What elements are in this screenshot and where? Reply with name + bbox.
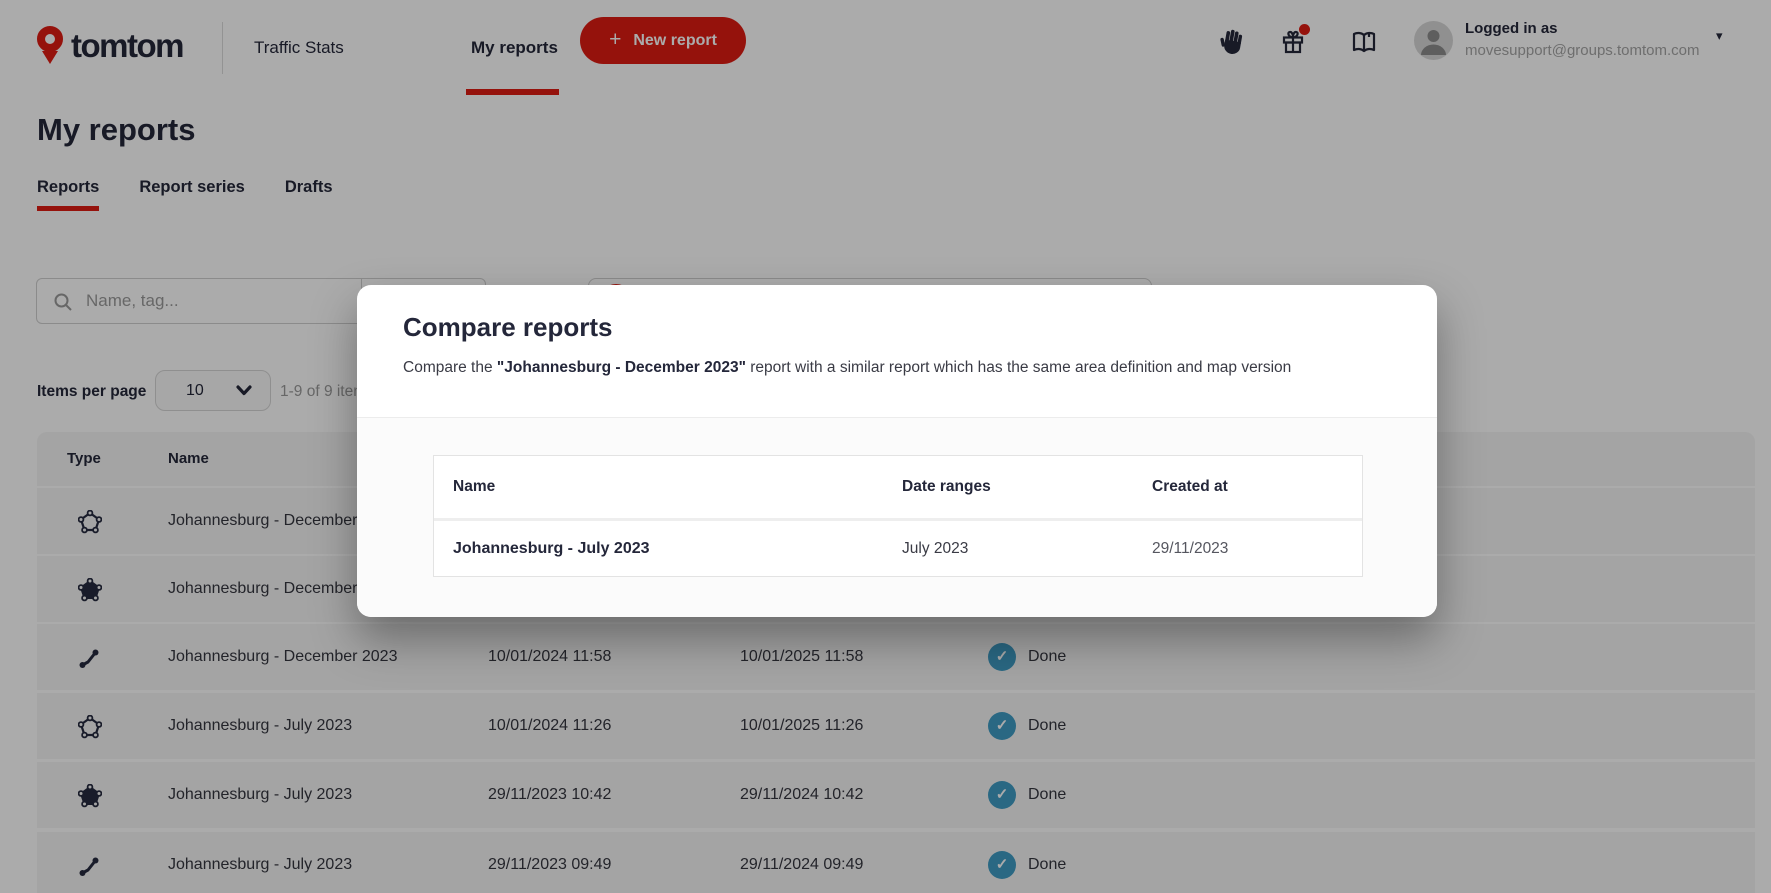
description-suffix: report with a similar report which has t… bbox=[746, 359, 1291, 376]
compare-table: Name Date ranges Created at Johannesburg… bbox=[433, 455, 1363, 577]
modal-description: Compare the "Johannesburg - December 202… bbox=[403, 359, 1291, 377]
compare-report-name: Johannesburg - July 2023 bbox=[453, 521, 650, 576]
compare-report-row[interactable]: Johannesburg - July 2023 July 2023 29/11… bbox=[434, 521, 1362, 576]
compare-column-date-ranges: Date ranges bbox=[902, 456, 991, 518]
traffic-stats-app: tomtom Traffic Stats My reports + New re… bbox=[0, 0, 1771, 893]
modal-body: Name Date ranges Created at Johannesburg… bbox=[357, 418, 1437, 617]
compare-reports-modal: Compare reports Compare the "Johannesbur… bbox=[357, 285, 1437, 617]
description-prefix: Compare the bbox=[403, 359, 497, 376]
compare-report-created-at: 29/11/2023 bbox=[1152, 521, 1228, 576]
compare-column-created-at: Created at bbox=[1152, 456, 1228, 518]
description-report-name: "Johannesburg - December 2023" bbox=[497, 359, 746, 376]
compare-column-name: Name bbox=[453, 456, 495, 518]
compare-report-date-ranges: July 2023 bbox=[902, 521, 968, 576]
modal-title: Compare reports bbox=[403, 312, 613, 343]
